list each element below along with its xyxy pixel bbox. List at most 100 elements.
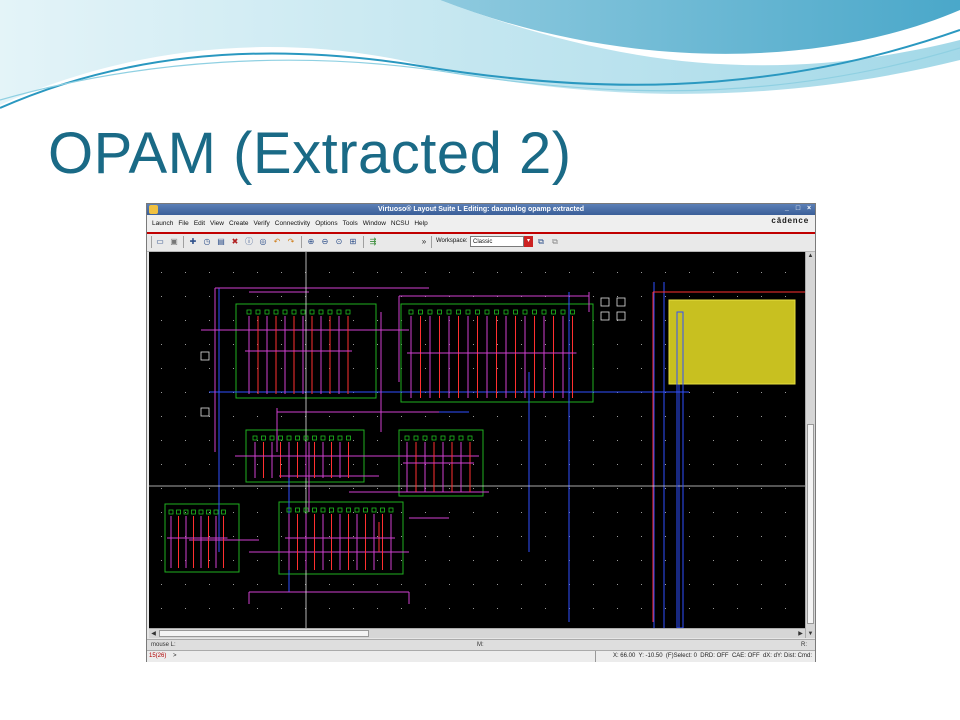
grid-dot <box>761 512 762 513</box>
grid-dot <box>377 368 378 369</box>
grid-dot <box>233 368 234 369</box>
grid-dot <box>209 608 210 609</box>
scroll-right-icon[interactable]: ▶ <box>796 630 805 637</box>
menu-edit[interactable]: Edit <box>194 220 205 227</box>
grid-dot <box>665 440 666 441</box>
grid-dot <box>761 416 762 417</box>
workspace-select[interactable]: Classic <box>470 236 524 247</box>
vertical-scroll-thumb[interactable] <box>807 424 814 624</box>
chevron-down-icon[interactable]: ▾ <box>524 236 533 247</box>
search-icon[interactable]: ◎ <box>258 237 268 247</box>
grid-dot <box>545 608 546 609</box>
minimize-icon[interactable]: _ <box>783 205 791 213</box>
grid-dot <box>449 272 450 273</box>
grid-dot <box>233 440 234 441</box>
contact <box>327 309 333 315</box>
vertical-scrollbar[interactable]: ▲ ▼ <box>805 252 815 638</box>
open-icon[interactable]: ▭ <box>155 237 165 247</box>
pin-marker <box>616 297 626 307</box>
move-icon[interactable]: ✚ <box>188 237 198 247</box>
grid-dot <box>665 272 666 273</box>
menu-verify[interactable]: Verify <box>254 220 270 227</box>
menu-launch[interactable]: Launch <box>152 220 173 227</box>
grid-dot <box>233 464 234 465</box>
save-icon[interactable]: ▣ <box>169 237 179 247</box>
grid-dot <box>737 560 738 561</box>
grid-dot <box>545 560 546 561</box>
command-prompt[interactable]: > <box>173 651 177 662</box>
contact <box>337 435 343 441</box>
grid-dot <box>353 464 354 465</box>
grid-dot <box>233 608 234 609</box>
grid-dot <box>785 560 786 561</box>
grid-dot <box>593 296 594 297</box>
zoom-fit-icon[interactable]: ⊞ <box>348 237 358 247</box>
menu-tools[interactable]: Tools <box>343 220 358 227</box>
pin-marker <box>600 297 610 307</box>
close-icon[interactable]: × <box>805 205 813 213</box>
grid-dot <box>449 416 450 417</box>
contact <box>329 507 334 513</box>
window-titlebar[interactable]: Virtuoso® Layout Suite L Editing: dacana… <box>147 204 815 215</box>
grid-dot <box>209 512 210 513</box>
grid-dot <box>761 608 762 609</box>
grid-dot <box>425 344 426 345</box>
contact <box>300 309 306 315</box>
properties-icon[interactable]: ⓘ <box>244 237 254 247</box>
horizontal-scrollbar[interactable]: ◀ ▶ <box>149 628 805 638</box>
grid-dot <box>593 512 594 513</box>
grid-dot <box>785 536 786 537</box>
grid-dot <box>617 272 618 273</box>
undo-icon[interactable]: ↶ <box>272 237 282 247</box>
delete-icon[interactable]: ✖ <box>230 237 240 247</box>
horizontal-scroll-thumb[interactable] <box>159 630 369 637</box>
menu-options[interactable]: Options <box>315 220 337 227</box>
maximize-icon[interactable]: □ <box>794 205 802 213</box>
workspace-save-icon[interactable]: ⧉ <box>536 237 546 247</box>
menu-window[interactable]: Window <box>363 220 386 227</box>
layout-canvas[interactable] <box>149 252 805 628</box>
grid-dot <box>161 416 162 417</box>
grid-dot <box>713 608 714 609</box>
grid-dot <box>737 512 738 513</box>
redo-icon[interactable]: ↷ <box>286 237 296 247</box>
zoom-in-icon[interactable]: ⊕ <box>306 237 316 247</box>
grid-dot <box>545 368 546 369</box>
grid-dot <box>209 296 210 297</box>
copy-icon[interactable]: ◷ <box>202 237 212 247</box>
grid-dot <box>641 560 642 561</box>
zoom-out-icon[interactable]: ⊖ <box>320 237 330 247</box>
grid-dot <box>617 512 618 513</box>
grid-dot <box>473 488 474 489</box>
menu-help[interactable]: Help <box>414 220 427 227</box>
workspace-load-icon[interactable]: ⧉ <box>550 237 560 247</box>
grid-dot <box>329 272 330 273</box>
zoom-area-icon[interactable]: ⊙ <box>334 237 344 247</box>
grid-dot <box>689 488 690 489</box>
grid-dot <box>617 296 618 297</box>
grid-dot <box>425 416 426 417</box>
scroll-down-icon[interactable]: ▼ <box>806 631 815 637</box>
grid-dot <box>377 416 378 417</box>
grid-dot <box>233 344 234 345</box>
hierarchy-icon[interactable]: ⇶ <box>368 237 378 247</box>
scroll-left-icon[interactable]: ◀ <box>149 630 158 637</box>
menu-ncsu[interactable]: NCSU <box>391 220 409 227</box>
menu-file[interactable]: File <box>178 220 188 227</box>
more-icon[interactable]: » <box>419 237 429 247</box>
grid-dot <box>473 416 474 417</box>
grid-dot <box>545 584 546 585</box>
select-count: (F)Select: 0 <box>665 653 697 659</box>
grid-dot <box>665 320 666 321</box>
grid-dot <box>449 560 450 561</box>
grid-dot <box>209 320 210 321</box>
grid-dot <box>689 416 690 417</box>
menu-connectivity[interactable]: Connectivity <box>275 220 310 227</box>
menu-create[interactable]: Create <box>229 220 249 227</box>
toolbar-separator <box>183 236 184 248</box>
stretch-icon[interactable]: ▤ <box>216 237 226 247</box>
menu-view[interactable]: View <box>210 220 224 227</box>
scroll-up-icon[interactable]: ▲ <box>806 253 815 259</box>
contact <box>418 309 423 315</box>
grid-dot <box>401 416 402 417</box>
